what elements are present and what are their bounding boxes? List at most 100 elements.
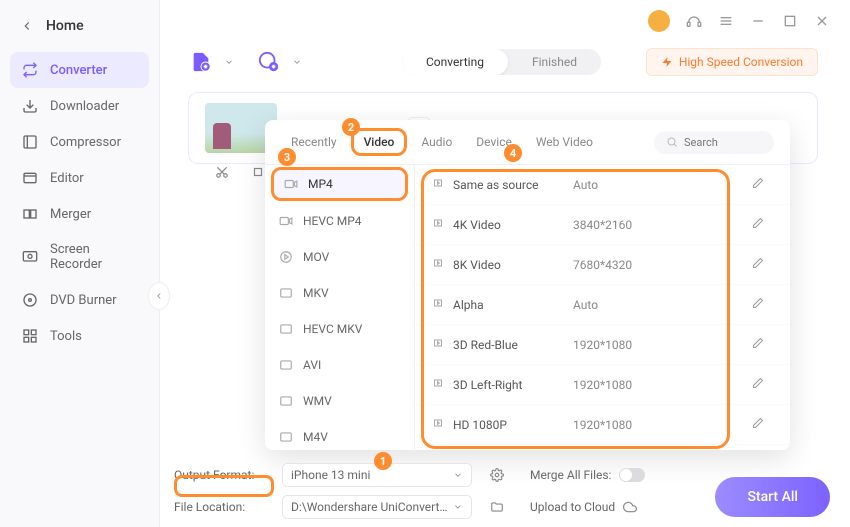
minimize-icon[interactable] bbox=[750, 13, 766, 29]
headset-icon[interactable] bbox=[686, 13, 702, 29]
tab-audio[interactable]: Audio bbox=[411, 129, 462, 155]
resolution-item[interactable]: Same as sourceAuto bbox=[415, 165, 790, 205]
file-location-select[interactable]: D:\Wondershare UniConverter 1 bbox=[282, 495, 472, 519]
format-item-mp4[interactable]: MP4 bbox=[271, 167, 408, 201]
sidebar-item-tools[interactable]: Tools bbox=[10, 318, 149, 354]
close-icon[interactable] bbox=[814, 13, 830, 29]
tab-converting[interactable]: Converting bbox=[402, 49, 508, 75]
nav-list: Converter Downloader Compressor Editor M… bbox=[0, 52, 159, 354]
resolution-item[interactable]: 3D Left-Right1920*1080 bbox=[415, 365, 790, 405]
format-label: WMV bbox=[303, 394, 332, 408]
user-avatar[interactable] bbox=[648, 10, 670, 32]
pencil-icon bbox=[752, 377, 764, 389]
menu-icon[interactable] bbox=[718, 13, 734, 29]
start-all-button[interactable]: Start All bbox=[715, 477, 830, 517]
format-item-m4v[interactable]: M4V bbox=[265, 419, 414, 453]
res-value: 1920*1080 bbox=[573, 418, 752, 432]
tab-web-video[interactable]: Web Video bbox=[526, 129, 603, 155]
format-item-mkv[interactable]: MKV bbox=[265, 275, 414, 311]
resolution-item[interactable]: HD 720P1280*720 bbox=[415, 445, 790, 453]
res-value: 1920*1080 bbox=[573, 338, 752, 352]
format-label: AVI bbox=[303, 358, 321, 372]
resolution-item[interactable]: HD 1080P1920*1080 bbox=[415, 405, 790, 445]
chevron-down-icon[interactable] bbox=[224, 57, 234, 67]
play-icon bbox=[433, 377, 445, 389]
search-input[interactable] bbox=[684, 136, 754, 149]
high-speed-conversion-button[interactable]: High Speed Conversion bbox=[646, 48, 818, 76]
edit-preset-button[interactable] bbox=[752, 377, 772, 392]
marker-4: 4 bbox=[504, 144, 522, 162]
cut-icon[interactable] bbox=[215, 165, 229, 179]
cloud-icon[interactable] bbox=[623, 500, 637, 514]
gear-icon[interactable] bbox=[490, 468, 504, 482]
edit-preset-button[interactable] bbox=[752, 417, 772, 432]
res-value: 7680*4320 bbox=[573, 258, 752, 272]
video-icon bbox=[279, 430, 293, 444]
format-item-wmv[interactable]: WMV bbox=[265, 383, 414, 419]
sidebar-item-label: Downloader bbox=[50, 99, 119, 114]
res-value: 1920*1080 bbox=[573, 378, 752, 392]
recorder-icon bbox=[22, 249, 38, 265]
left-sidebar: Home Converter Downloader Compressor Edi… bbox=[0, 0, 160, 527]
res-name: 4K Video bbox=[453, 218, 573, 232]
add-dvd-button[interactable] bbox=[256, 49, 282, 75]
edit-preset-button[interactable] bbox=[752, 337, 772, 352]
edit-preset-button[interactable] bbox=[752, 297, 772, 312]
add-dvd-icon bbox=[258, 51, 280, 73]
sidebar-item-screen-recorder[interactable]: Screen Recorder bbox=[10, 232, 149, 282]
flash-icon bbox=[661, 56, 673, 68]
resolution-item[interactable]: AlphaAuto bbox=[415, 285, 790, 325]
sidebar-item-label: Merger bbox=[50, 207, 91, 222]
maximize-icon[interactable] bbox=[782, 13, 798, 29]
format-list: MP4 HEVC MP4 MOV MKV HEVC MKV AVI WMV M4… bbox=[265, 165, 415, 453]
sidebar-item-dvd-burner[interactable]: DVD Burner bbox=[10, 282, 149, 318]
resolution-item[interactable]: 3D Red-Blue1920*1080 bbox=[415, 325, 790, 365]
tab-video[interactable]: Video bbox=[351, 128, 408, 156]
play-icon bbox=[433, 257, 445, 269]
format-label: MKV bbox=[303, 286, 329, 300]
back-icon bbox=[20, 19, 34, 33]
res-value: Auto bbox=[573, 178, 752, 192]
search-icon bbox=[666, 136, 678, 148]
merge-row: Merge All Files: bbox=[530, 468, 645, 482]
format-item-mov[interactable]: MOV bbox=[265, 239, 414, 275]
sidebar-item-editor[interactable]: Editor bbox=[10, 160, 149, 196]
folder-icon[interactable] bbox=[490, 500, 504, 514]
resolution-item[interactable]: 8K Video7680*4320 bbox=[415, 245, 790, 285]
window-topbar bbox=[648, 10, 830, 32]
sidebar-collapse-handle[interactable] bbox=[148, 282, 170, 310]
edit-preset-button[interactable] bbox=[752, 217, 772, 232]
sidebar-item-converter[interactable]: Converter bbox=[10, 52, 149, 88]
play-icon bbox=[433, 297, 445, 309]
format-item-hevc-mkv[interactable]: HEVC MKV bbox=[265, 311, 414, 347]
format-search[interactable] bbox=[654, 131, 774, 154]
res-name: 3D Left-Right bbox=[453, 378, 573, 392]
sidebar-item-label: Compressor bbox=[50, 135, 121, 150]
status-tabs: Converting Finished bbox=[402, 49, 601, 75]
resolution-list: Same as sourceAuto 4K Video3840*2160 8K … bbox=[415, 165, 790, 453]
home-nav[interactable]: Home bbox=[0, 0, 159, 52]
crop-icon[interactable] bbox=[251, 165, 265, 179]
merge-label: Merge All Files: bbox=[530, 468, 611, 482]
compress-icon bbox=[22, 134, 38, 150]
add-file-button[interactable] bbox=[188, 49, 214, 75]
resolution-item[interactable]: 4K Video3840*2160 bbox=[415, 205, 790, 245]
format-item-hevc-mp4[interactable]: HEVC MP4 bbox=[265, 203, 414, 239]
highlight-frame-output-format bbox=[174, 475, 274, 497]
video-icon bbox=[279, 214, 293, 228]
edit-preset-button[interactable] bbox=[752, 257, 772, 272]
upload-label: Upload to Cloud bbox=[530, 500, 615, 514]
format-item-avi[interactable]: AVI bbox=[265, 347, 414, 383]
sidebar-item-label: DVD Burner bbox=[50, 293, 117, 308]
sidebar-item-downloader[interactable]: Downloader bbox=[10, 88, 149, 124]
sidebar-item-merger[interactable]: Merger bbox=[10, 196, 149, 232]
pencil-icon bbox=[752, 337, 764, 349]
merge-switch[interactable] bbox=[619, 468, 645, 482]
download-icon bbox=[22, 98, 38, 114]
tab-finished[interactable]: Finished bbox=[508, 49, 601, 75]
sidebar-item-compressor[interactable]: Compressor bbox=[10, 124, 149, 160]
chevron-down-icon[interactable] bbox=[292, 57, 302, 67]
edit-preset-button[interactable] bbox=[752, 177, 772, 192]
file-tools bbox=[215, 165, 265, 179]
file-location-label: File Location: bbox=[174, 500, 272, 514]
